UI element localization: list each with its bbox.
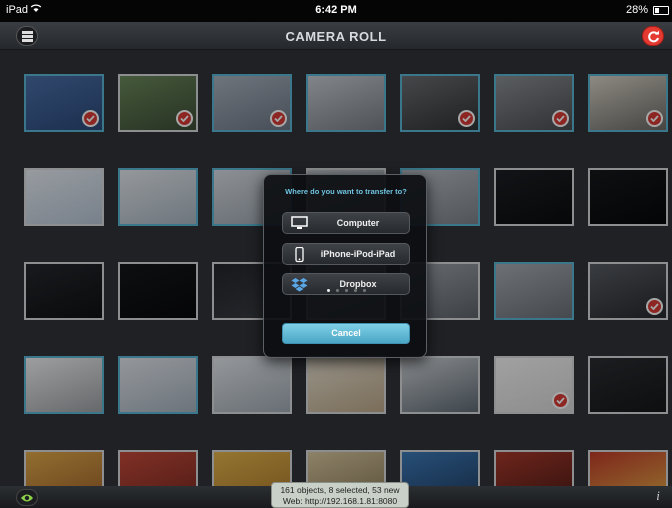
info-icon[interactable]: i	[650, 488, 666, 504]
refresh-icon	[648, 30, 659, 43]
object-count-text: 161 objects, 8 selected, 53 new	[280, 485, 400, 495]
battery-percent: 28%	[625, 4, 648, 16]
page-dot	[362, 289, 366, 292]
transfer-destination-dialog: Where do you want to transfer to? Comput…	[263, 174, 427, 358]
web-address-text: Web: http://192.168.1.81:8080	[282, 496, 398, 506]
battery-icon	[653, 6, 669, 15]
page-dot	[344, 289, 348, 292]
option-computer-button[interactable]: Computer	[282, 212, 410, 234]
page-dot	[335, 289, 339, 292]
preview-button[interactable]	[16, 489, 38, 506]
page-dot	[326, 289, 330, 292]
refresh-button[interactable]	[642, 26, 664, 46]
option-iphone-ipod-ipad-label: iPhone-iPod-iPad	[320, 249, 396, 259]
phone-icon	[291, 246, 308, 265]
status-time: 6:42 PM	[315, 4, 357, 16]
dialog-title: Where do you want to transfer to?	[285, 187, 407, 196]
monitor-icon	[291, 216, 308, 232]
cancel-button[interactable]: Cancel	[282, 323, 410, 344]
page-title: CAMERA ROLL	[285, 29, 387, 44]
transfer-status-pill: 161 objects, 8 selected, 53 new Web: htt…	[271, 482, 409, 508]
option-computer-label: Computer	[336, 218, 380, 228]
navigation-bar: CAMERA ROLL	[0, 22, 672, 50]
page-dot	[353, 289, 357, 292]
page-indicator[interactable]	[264, 279, 428, 297]
camera-roll-app: iPad 6:42 PM 28% CAMERA ROLL i 161 objec…	[0, 0, 672, 508]
eye-icon	[21, 494, 33, 502]
option-iphone-ipod-ipad-button[interactable]: iPhone-iPod-iPad	[282, 243, 410, 265]
ios-status-bar: iPad 6:42 PM 28%	[0, 0, 672, 22]
